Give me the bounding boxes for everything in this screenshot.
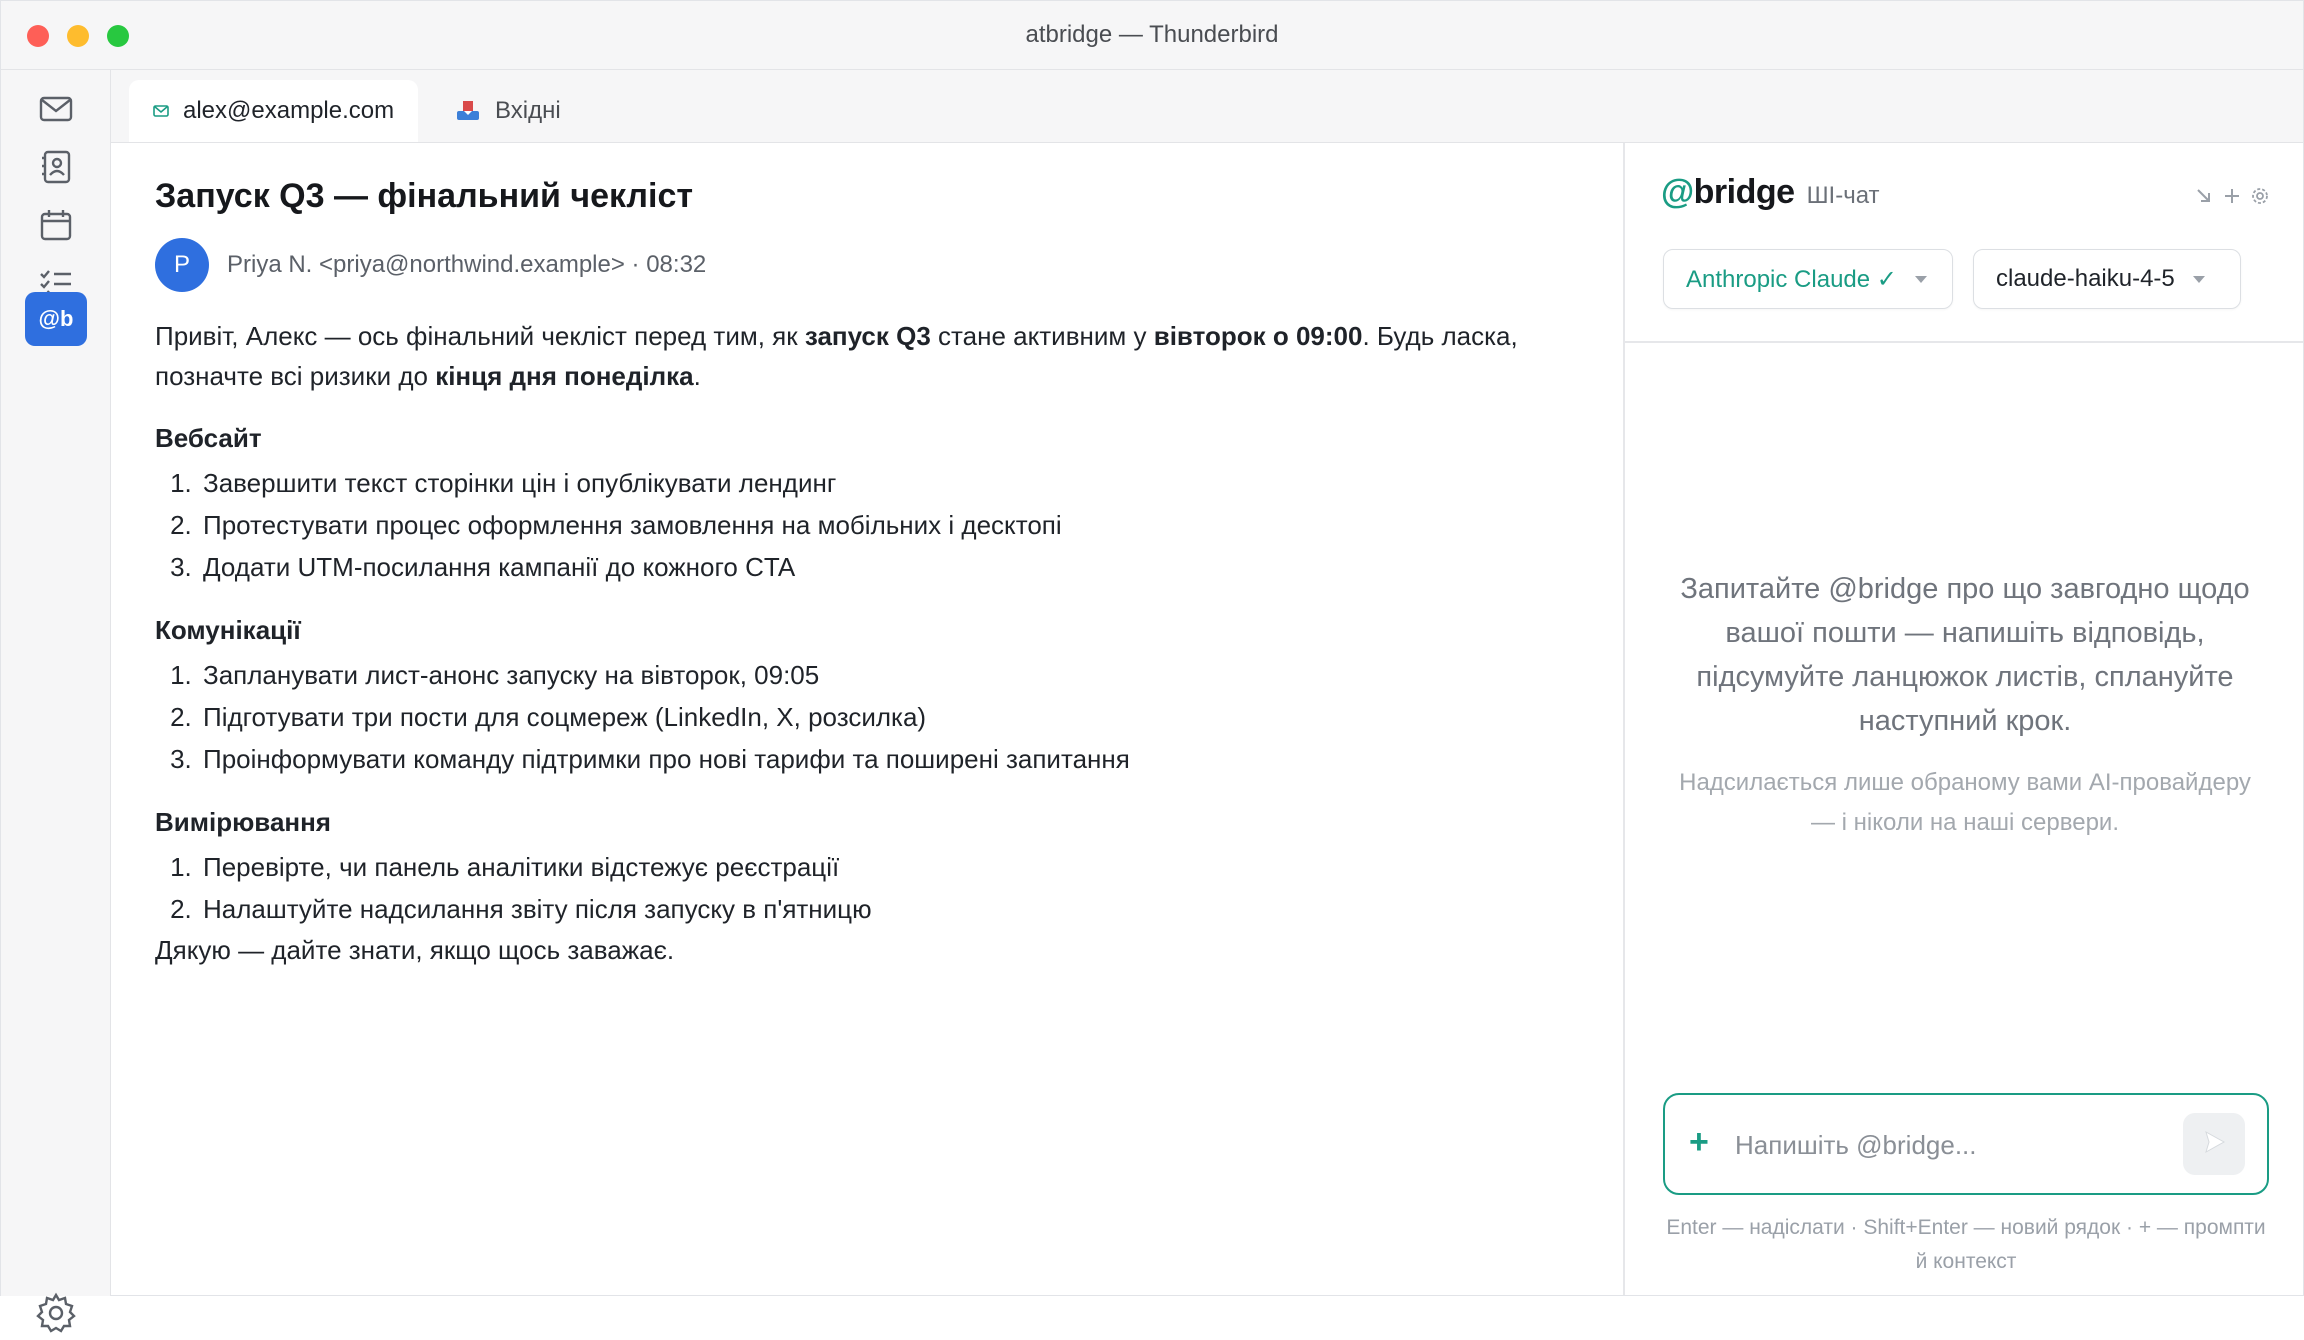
settings-button[interactable] — [31, 1290, 81, 1340]
chat-input[interactable] — [1733, 1119, 2167, 1171]
tab-message-label: alex@example.com — [183, 97, 395, 124]
list-item: Налаштуйте надсилання звіту після запуск… — [199, 888, 1585, 930]
inbox-icon — [455, 99, 481, 123]
list-item: Перевірте, чи панель аналітики відстежує… — [199, 846, 1585, 888]
chat-header-actions — [2195, 185, 2269, 211]
tab-strip: alex@example.com Вхідні — [111, 70, 2303, 143]
message-view: Запуск Q3 — фінальний чекліст P Priya N.… — [155, 177, 1585, 970]
checklist: Перевірте, чи панель аналітики відстежує… — [155, 846, 1585, 930]
model-select[interactable]: claude-haiku-4-5 — [1973, 249, 2241, 309]
send-icon — [2200, 1128, 2228, 1161]
message-subject: Запуск Q3 — фінальний чекліст — [155, 177, 694, 215]
checklist: Завершити текст сторінки цін і опублікув… — [155, 462, 1585, 588]
app-window: atbridge — Thunderbird @b alex@example.c… — [0, 0, 2304, 1333]
section-heading: Комунікації — [155, 615, 301, 645]
chat-header: @bridge ШІ-чат — [1661, 173, 1880, 212]
sender-info[interactable]: Priya N. <priya@northwind.example> · 08:… — [227, 251, 706, 279]
chat-composer: + — [1663, 1093, 2269, 1195]
section-heading: Вимірювання — [155, 807, 331, 837]
list-item: Додати UTM-посилання кампанії до кожного… — [199, 546, 1585, 588]
list-item: Проінформувати команду підтримки про нов… — [199, 738, 1585, 780]
sender-row: P Priya N. <priya@northwind.example> · 0… — [155, 238, 1585, 292]
divider — [1625, 341, 2303, 343]
pop-out-icon[interactable] — [2195, 185, 2213, 211]
provider-select[interactable]: Anthropic Claude ✓ — [1663, 249, 1953, 309]
chevron-down-icon — [1914, 275, 1927, 283]
new-chat-icon[interactable] — [2223, 185, 2241, 211]
gear-icon[interactable] — [2251, 185, 2269, 211]
avatar: P — [155, 238, 209, 292]
intro-bold-time: вівторок о 09:00 — [1153, 321, 1363, 351]
atbridge-space-button[interactable]: @b — [25, 292, 87, 346]
intro-bold-launch: запуск Q3 — [804, 321, 931, 351]
list-item: Підготувати три пости для соцмереж (Link… — [199, 696, 1585, 738]
empty-state-message: Запитайте @bridge про що завгодно щодо в… — [1680, 573, 2250, 737]
message-intro: Привіт, Алекс — ось фінальний чекліст пе… — [155, 321, 1518, 391]
spaces-toolbar: @b — [1, 70, 111, 1333]
add-context-button[interactable]: + — [1689, 1123, 1709, 1162]
chat-panel: @bridge ШІ-чат Anthropic Claude ✓ claude… — [1625, 143, 2303, 1295]
message-body: Привіт, Алекс — ось фінальний чекліст пе… — [155, 316, 1585, 970]
gear-icon — [34, 1291, 78, 1340]
list-item: Запланувати лист-анонс запуску на вівтор… — [199, 654, 1585, 696]
calendar-icon — [37, 206, 75, 249]
window-title: atbridge — Thunderbird — [1025, 21, 1279, 48]
intro-bold-deadline: кінця дня понеділка — [435, 361, 694, 391]
model-value: claude-haiku-4-5 — [1996, 265, 2175, 292]
list-item: Протестувати процес оформлення замовленн… — [199, 504, 1585, 546]
address-book-icon — [37, 148, 75, 191]
sign-off: Дякую — дайте знати, якщо щось заважає. — [155, 935, 675, 965]
calendar-button[interactable] — [25, 200, 87, 254]
atbridge-icon: @b — [38, 306, 74, 331]
brand-logo: @bridge — [1661, 173, 1795, 211]
chat-subtitle: ШІ-чат — [1806, 182, 1880, 209]
provider-value: Anthropic Claude ✓ — [1686, 265, 1897, 293]
privacy-note: Надсилається лише обраному вами AI-прова… — [1679, 769, 2251, 836]
mail-icon — [37, 90, 75, 133]
checklist: Запланувати лист-анонс запуску на вівтор… — [155, 654, 1585, 780]
model-selectors: Anthropic Claude ✓ claude-haiku-4-5 — [1663, 249, 2241, 309]
send-button[interactable] — [2183, 1113, 2245, 1175]
title-bar: atbridge — Thunderbird — [1, 1, 2303, 70]
tab-message[interactable]: alex@example.com — [129, 80, 419, 142]
chevron-down-icon — [2192, 275, 2205, 283]
mail-small-icon — [153, 105, 169, 117]
section-heading: Вебсайт — [155, 423, 262, 453]
mail-space-button[interactable] — [25, 84, 87, 138]
keyboard-hint: Enter — надіслати · Shift+Enter — новий … — [1666, 1216, 2266, 1273]
list-item: Завершити текст сторінки цін і опублікув… — [199, 462, 1585, 504]
tab-inbox-label: Вхідні — [495, 97, 561, 124]
address-book-button[interactable] — [25, 142, 87, 196]
tab-inbox[interactable]: Вхідні — [431, 80, 585, 142]
